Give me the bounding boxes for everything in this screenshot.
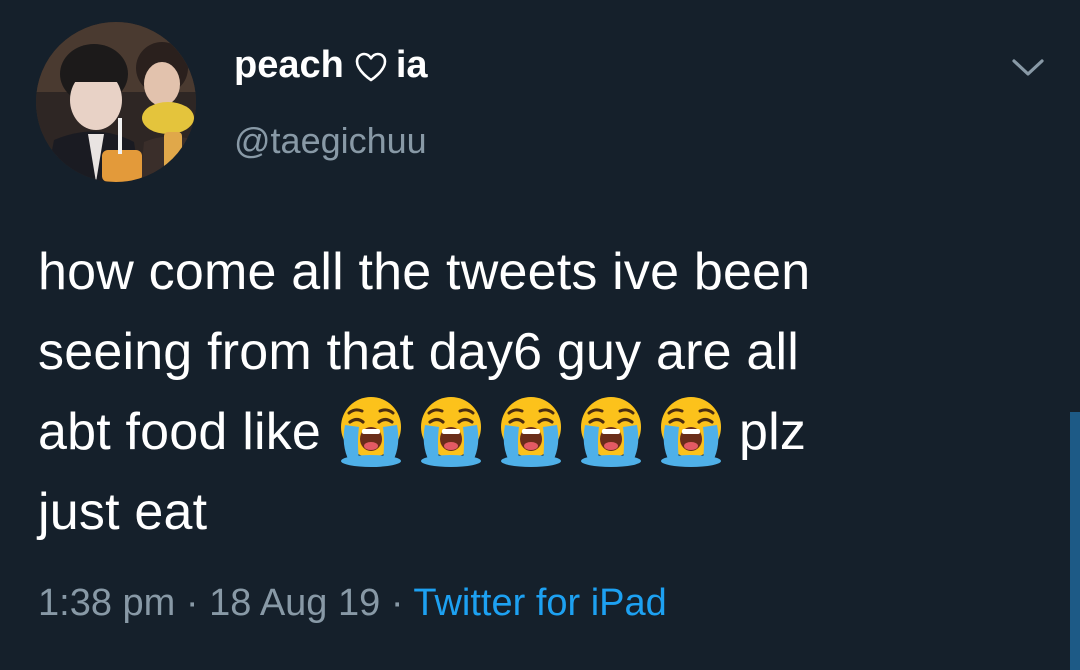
chevron-down-icon[interactable] [1006, 52, 1050, 82]
display-name-prefix: peach [234, 44, 344, 86]
tweet-text-fragment: plz [739, 403, 807, 461]
tweet-text-line: seeing from that day6 guy are all [38, 323, 800, 381]
display-name-suffix: ia [395, 44, 428, 86]
loudly-crying-face-emoji [341, 397, 402, 468]
tweet-source-link[interactable]: Twitter for iPad [413, 582, 666, 624]
tweet-detail: peach ia @taegichuu how come all the twe… [0, 0, 1080, 670]
loudly-crying-face-emoji [501, 397, 562, 468]
loudly-crying-face-emoji [421, 397, 482, 468]
tweet-text-fragment: abt food like [38, 403, 322, 461]
tweet-metadata: 1:38 pm · 18 Aug 19 · Twitter for iPad [38, 582, 667, 625]
tweet-text-line: just eat [38, 483, 208, 541]
heart-outline-icon [354, 50, 388, 82]
meta-separator: · [390, 582, 414, 624]
user-handle[interactable]: @taegichuu [234, 120, 427, 162]
scrollbar[interactable] [1070, 412, 1080, 670]
emoji-group [331, 389, 731, 469]
loudly-crying-face-emoji [581, 397, 642, 468]
loudly-crying-face-emoji [661, 397, 722, 468]
tweet-time[interactable]: 1:38 pm [38, 582, 175, 624]
tweet-date[interactable]: 18 Aug 19 [209, 582, 380, 624]
meta-separator: · [185, 582, 210, 624]
tweet-text-line: how come all the tweets ive been [38, 243, 811, 301]
display-name[interactable]: peach ia [234, 44, 428, 87]
avatar[interactable] [36, 22, 196, 182]
tweet-text-line-with-emoji: abt food like plz [38, 392, 1038, 472]
tweet-text: how come all the tweets ive been seeing … [38, 232, 1038, 552]
